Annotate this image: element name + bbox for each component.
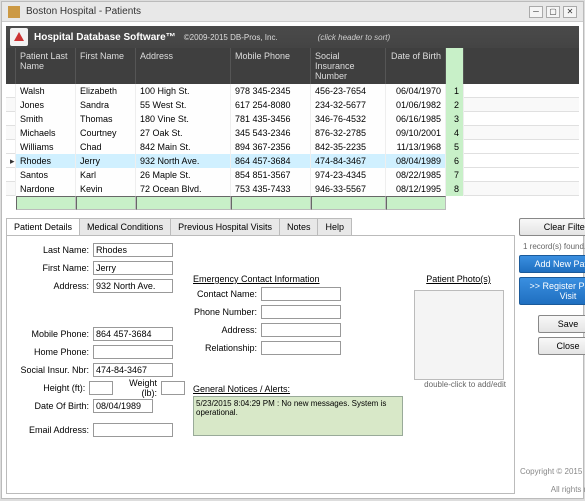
address-label: Address:	[15, 281, 93, 291]
photo-hint: double-click to add/edit	[411, 380, 506, 389]
close-button[interactable]: Close	[538, 337, 585, 355]
tab-help[interactable]: Help	[317, 218, 352, 235]
app-icon	[8, 6, 20, 18]
height-input[interactable]	[89, 381, 113, 395]
emerg-rel-input[interactable]	[261, 341, 341, 355]
mobile-label: Mobile Phone:	[15, 329, 93, 339]
emergency-title: Emergency Contact Information	[193, 274, 403, 284]
notices-box: 5/23/2015 8:04:29 PM : No new messages. …	[193, 396, 403, 436]
height-label: Height (ft):	[15, 383, 89, 393]
ssi-input[interactable]	[93, 363, 173, 377]
weight-input[interactable]	[161, 381, 185, 395]
col-address[interactable]: Address	[136, 48, 231, 84]
patient-grid[interactable]: WalshElizabeth100 High St.978 345-234545…	[6, 84, 579, 196]
column-headers[interactable]: Patient Last Name First Name Address Mob…	[6, 48, 579, 84]
address-input[interactable]	[93, 279, 173, 293]
tab-patient-details-body: Last Name: First Name: Address: Mobile P…	[6, 235, 515, 494]
dob-input[interactable]	[93, 399, 153, 413]
action-sidebar: Clear Filters 1 record(s) found. Add New…	[519, 218, 585, 494]
home-label: Home Phone:	[15, 347, 93, 357]
emerg-phone-label: Phone Number:	[193, 307, 261, 317]
table-row[interactable]: WilliamsChad842 Main St.894 367-2356842-…	[6, 140, 579, 154]
tab-previous-hospital-visits[interactable]: Previous Hospital Visits	[170, 218, 280, 235]
emerg-contact-label: Contact Name:	[193, 289, 261, 299]
col-first-name[interactable]: First Name	[76, 48, 136, 84]
tab-notes[interactable]: Notes	[279, 218, 319, 235]
titlebar: Boston Hospital - Patients ─ ▢ ✕	[2, 2, 583, 22]
sort-hint: (click header to sort)	[318, 33, 390, 42]
first-name-label: First Name:	[15, 263, 93, 273]
last-name-label: Last Name:	[15, 245, 93, 255]
product-title: Hospital Database Software™	[34, 32, 176, 43]
home-input[interactable]	[93, 345, 173, 359]
minimize-button[interactable]: ─	[529, 6, 543, 18]
maximize-button[interactable]: ▢	[546, 6, 560, 18]
col-ssi[interactable]: Social Insurance Number	[311, 48, 386, 84]
first-name-input[interactable]	[93, 261, 173, 275]
table-row[interactable]: SantosKarl26 Maple St.854 851-3567974-23…	[6, 168, 579, 182]
detail-tabs: Patient DetailsMedical ConditionsPreviou…	[6, 218, 515, 235]
col-dob[interactable]: Date of Birth	[386, 48, 446, 84]
patient-photo[interactable]	[414, 290, 504, 380]
register-visit-button[interactable]: >> Register Patient Visit	[519, 277, 585, 305]
table-row[interactable]: NardoneKevin72 Ocean Blvd.753 435-743394…	[6, 182, 579, 196]
table-row[interactable]: SmithThomas180 Vine St.781 435-3456346-7…	[6, 112, 579, 126]
add-patient-button[interactable]: Add New Patient	[519, 255, 585, 273]
tab-medical-conditions[interactable]: Medical Conditions	[79, 218, 171, 235]
ssi-label: Social Insur. Nbr:	[15, 365, 93, 375]
emerg-phone-input[interactable]	[261, 305, 341, 319]
last-name-input[interactable]	[93, 243, 173, 257]
save-button[interactable]: Save	[538, 315, 585, 333]
table-row[interactable]: ▸RhodesJerry932 North Ave.864 457-368447…	[6, 154, 579, 168]
tab-patient-details[interactable]: Patient Details	[6, 218, 80, 235]
clear-filters-button[interactable]: Clear Filters	[519, 218, 585, 236]
product-logo-icon	[10, 28, 28, 46]
window-title: Boston Hospital - Patients	[26, 6, 141, 17]
table-row[interactable]: JonesSandra55 West St.617 254-8080234-32…	[6, 98, 579, 112]
app-window: Boston Hospital - Patients ─ ▢ ✕ Hospita…	[1, 1, 584, 499]
email-label: Email Address:	[15, 425, 93, 435]
emerg-rel-label: Relationship:	[193, 343, 261, 353]
emerg-addr-input[interactable]	[261, 323, 341, 337]
records-found: 1 record(s) found.	[523, 242, 585, 251]
photo-title: Patient Photo(s)	[426, 274, 491, 284]
notices-title: General Notices / Alerts:	[193, 384, 403, 394]
email-input[interactable]	[93, 423, 173, 437]
emerg-addr-label: Address:	[193, 325, 261, 335]
product-copyright: ©2009-2015 DB-Pros, Inc.	[184, 33, 278, 42]
table-row[interactable]: MichaelsCourtney27 Oak St.345 543-234687…	[6, 126, 579, 140]
weight-label: Weight (lb):	[113, 378, 161, 398]
mobile-input[interactable]	[93, 327, 173, 341]
table-row[interactable]: WalshElizabeth100 High St.978 345-234545…	[6, 84, 579, 98]
close-window-button[interactable]: ✕	[563, 6, 577, 18]
grid-filter-row[interactable]	[6, 196, 579, 210]
col-mobile[interactable]: Mobile Phone	[231, 48, 311, 84]
emerg-contact-input[interactable]	[261, 287, 341, 301]
copyright: Copyright © 2015 DB-Pros, Inc. All right…	[519, 467, 585, 494]
col-last-name[interactable]: Patient Last Name	[16, 48, 76, 84]
dob-label: Date Of Birth:	[15, 401, 93, 411]
grid-header: Hospital Database Software™ ©2009-2015 D…	[6, 26, 579, 84]
